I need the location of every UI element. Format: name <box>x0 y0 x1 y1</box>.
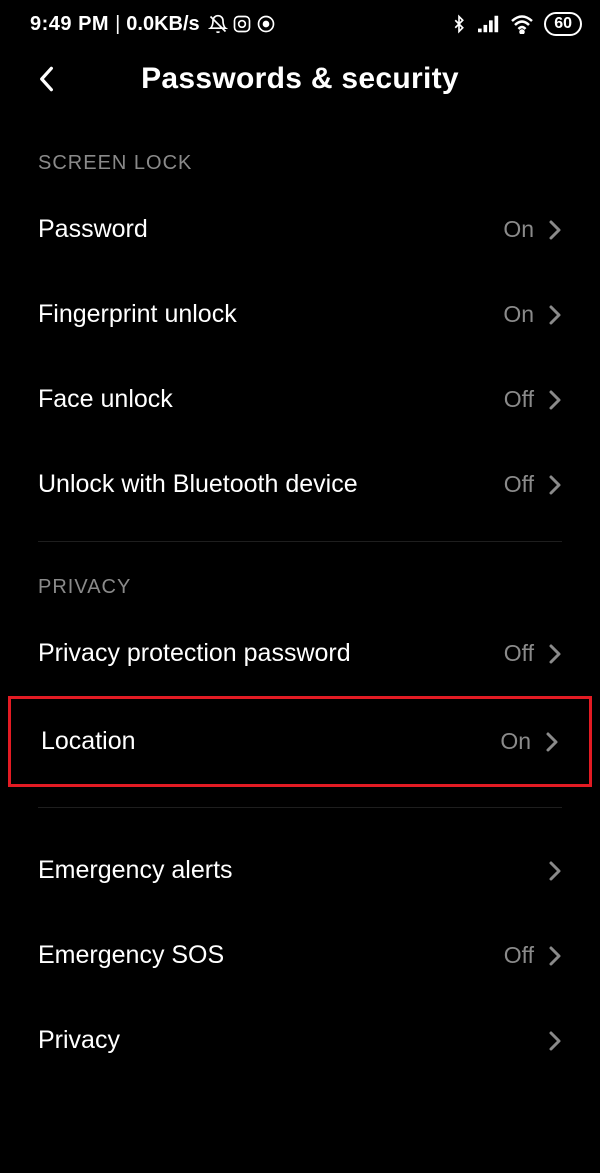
mute-icon <box>208 14 228 34</box>
status-bar: 9:49 PM | 0.0KB/s 60 <box>0 0 600 44</box>
row-value: Off <box>504 471 534 498</box>
chevron-right-icon <box>548 389 562 411</box>
row-label: Emergency alerts <box>38 856 233 885</box>
row-value: On <box>503 301 534 328</box>
app-icon <box>256 14 276 34</box>
row-face-unlock[interactable]: Face unlock Off <box>38 357 562 442</box>
row-label: Unlock with Bluetooth device <box>38 470 358 499</box>
row-label: Privacy <box>38 1026 120 1055</box>
row-tail: Off <box>504 640 562 667</box>
row-bluetooth-unlock[interactable]: Unlock with Bluetooth device Off <box>38 442 562 527</box>
row-value: Off <box>504 386 534 413</box>
chevron-right-icon <box>548 1030 562 1052</box>
row-privacy[interactable]: Privacy <box>38 998 562 1083</box>
chevron-right-icon <box>548 643 562 665</box>
row-tail: On <box>503 301 562 328</box>
row-label: Location <box>41 727 136 756</box>
highlighted-location-row: Location On <box>8 696 592 787</box>
row-tail: On <box>503 216 562 243</box>
row-label: Fingerprint unlock <box>38 300 237 329</box>
status-speed: 0.0KB/s <box>126 13 199 36</box>
row-tail: On <box>500 728 559 755</box>
back-button[interactable] <box>35 64 57 94</box>
chevron-right-icon <box>548 945 562 967</box>
row-tail: Off <box>504 386 562 413</box>
row-emergency-sos[interactable]: Emergency SOS Off <box>38 913 562 998</box>
row-label: Privacy protection password <box>38 639 351 668</box>
status-divider: | <box>115 13 120 36</box>
chevron-right-icon <box>548 860 562 882</box>
chevron-right-icon <box>545 731 559 753</box>
status-left: 9:49 PM | 0.0KB/s <box>30 13 276 36</box>
row-label: Emergency SOS <box>38 941 224 970</box>
chevron-right-icon <box>548 474 562 496</box>
chevron-right-icon <box>548 219 562 241</box>
signal-icon <box>478 15 500 33</box>
chevron-left-icon <box>35 64 57 94</box>
status-right: 60 <box>450 12 582 36</box>
row-password[interactable]: Password On <box>38 187 562 272</box>
camera-icon <box>232 14 252 34</box>
row-location[interactable]: Location On <box>41 699 559 784</box>
section-header-screen-lock: SCREEN LOCK <box>38 118 562 187</box>
row-tail <box>534 1030 562 1052</box>
bluetooth-icon <box>450 13 468 35</box>
app-header: Passwords & security <box>0 44 600 118</box>
row-value: On <box>503 216 534 243</box>
chevron-right-icon <box>548 304 562 326</box>
row-value: On <box>500 728 531 755</box>
row-tail <box>534 860 562 882</box>
battery-icon: 60 <box>544 12 582 36</box>
row-value: Off <box>504 942 534 969</box>
row-emergency-alerts[interactable]: Emergency alerts <box>38 828 562 913</box>
row-privacy-protection-password[interactable]: Privacy protection password Off <box>38 611 562 696</box>
row-value: Off <box>504 640 534 667</box>
settings-content: SCREEN LOCK Password On Fingerprint unlo… <box>0 118 600 1083</box>
row-tail: Off <box>504 942 562 969</box>
row-fingerprint-unlock[interactable]: Fingerprint unlock On <box>38 272 562 357</box>
section-header-privacy: PRIVACY <box>38 542 562 611</box>
page-title: Passwords & security <box>20 62 580 96</box>
divider <box>38 807 562 808</box>
row-tail: Off <box>504 471 562 498</box>
wifi-icon <box>510 14 534 34</box>
status-time: 9:49 PM <box>30 13 109 36</box>
row-label: Face unlock <box>38 385 173 414</box>
row-label: Password <box>38 215 148 244</box>
